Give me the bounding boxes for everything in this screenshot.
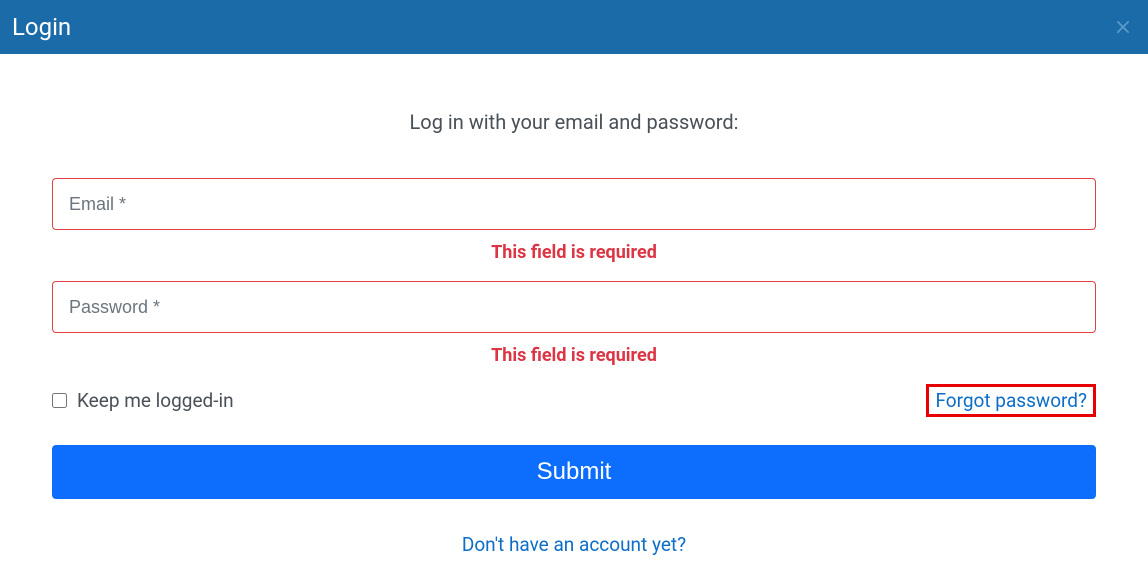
signup-link[interactable]: Don't have an account yet?: [52, 533, 1096, 556]
keep-logged-in-checkbox[interactable]: [52, 393, 67, 408]
email-field[interactable]: [52, 178, 1096, 230]
instruction-text: Log in with your email and password:: [52, 110, 1096, 134]
options-row: Keep me logged-in Forgot password?: [52, 384, 1096, 417]
login-form: Log in with your email and password: Thi…: [0, 54, 1148, 556]
forgot-password-link[interactable]: Forgot password?: [926, 384, 1096, 417]
keep-logged-in-label: Keep me logged-in: [77, 389, 234, 412]
modal-title: Login: [12, 13, 71, 41]
submit-button[interactable]: Submit: [52, 445, 1096, 499]
close-icon[interactable]: [1110, 14, 1136, 40]
password-error: This field is required: [52, 345, 1096, 366]
email-error: This field is required: [52, 242, 1096, 263]
password-field[interactable]: [52, 281, 1096, 333]
modal-header: Login: [0, 0, 1148, 54]
keep-logged-in-wrapper: Keep me logged-in: [52, 389, 234, 412]
